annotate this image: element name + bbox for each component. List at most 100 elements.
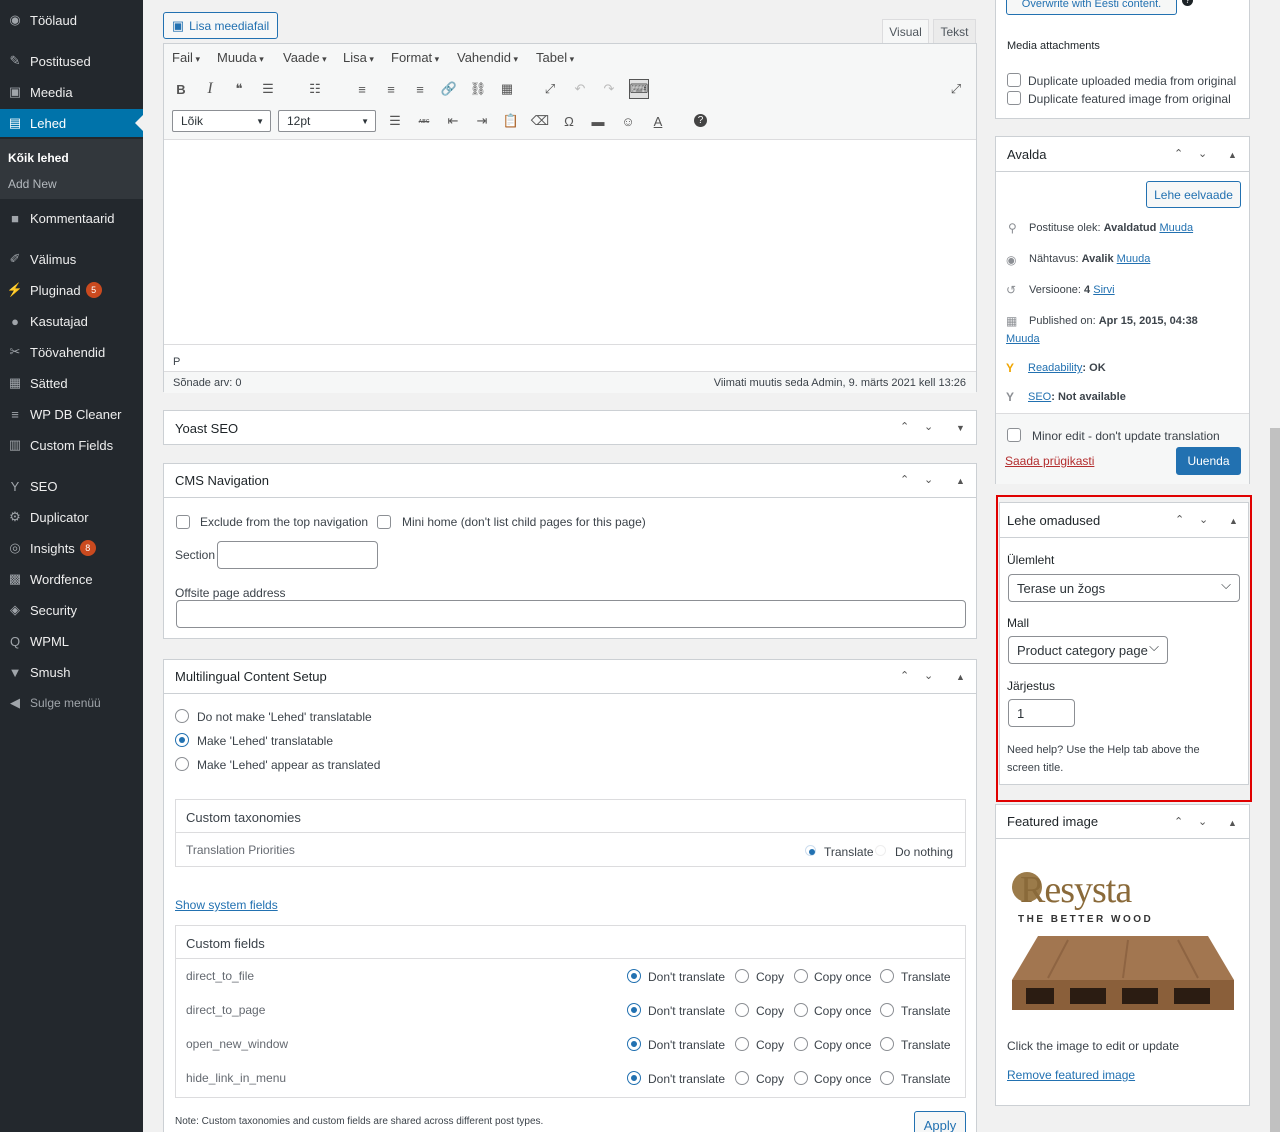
add-media-button[interactable]: ▣ Lisa meediafail (163, 12, 278, 39)
edit-date-link[interactable]: Muuda (1006, 333, 1040, 345)
field-option-radio[interactable] (627, 1037, 641, 1051)
blockquote-icon[interactable]: ❝ (229, 79, 249, 99)
sidebar-item-custom-fields[interactable]: ▥ Custom Fields (0, 431, 143, 459)
bullet-list-icon[interactable]: ☰ (258, 79, 278, 99)
sidebar-item-postitused[interactable]: ✎ Postitused (0, 47, 143, 75)
editor-menu-4[interactable]: Format (391, 50, 439, 65)
dup-featured-checkbox[interactable] (1007, 91, 1021, 105)
editor-menu-0[interactable]: Fail (172, 50, 200, 65)
insert-icon[interactable]: ▬ (588, 111, 608, 131)
move-down-icon[interactable]: ⌄ (1198, 147, 1207, 160)
readability-link[interactable]: Readability (1028, 362, 1082, 374)
editor-menu-6[interactable]: Tabel (536, 50, 574, 65)
bold-icon[interactable]: B (171, 79, 191, 99)
fullscreen-icon[interactable]: ⤢ (540, 79, 560, 99)
featured-title[interactable]: Featured image (996, 805, 1249, 839)
text-color-icon[interactable]: A (648, 111, 668, 131)
sidebar-item-meedia[interactable]: ▣ Meedia (0, 78, 143, 106)
update-button[interactable]: Uuenda (1176, 447, 1241, 475)
move-up-icon[interactable]: ⌃ (1175, 513, 1184, 526)
do-nothing-radio[interactable] (875, 845, 886, 856)
help-icon[interactable]: ? (1182, 0, 1193, 6)
field-option-radio[interactable] (880, 1071, 894, 1085)
outdent-icon[interactable]: ⇤ (443, 111, 463, 131)
toggle-icon[interactable]: ▲ (1228, 150, 1237, 160)
table-icon[interactable]: ▦ (497, 79, 517, 99)
section-input[interactable] (217, 541, 378, 569)
emoji-icon[interactable]: ☺ (618, 111, 638, 131)
sidebar-item-wp-db-cleaner[interactable]: ≡ WP DB Cleaner (0, 400, 143, 428)
sidebar-item-töövahendid[interactable]: ✂ Töövahendid (0, 338, 143, 366)
toggle-icon[interactable]: ▲ (1228, 818, 1237, 828)
move-up-icon[interactable]: ⌃ (900, 669, 909, 682)
undo-icon[interactable]: ↶ (570, 79, 590, 99)
attributes-title[interactable]: Lehe omadused (1000, 503, 1248, 538)
multilingual-title[interactable]: Multilingual Content Setup (164, 660, 976, 694)
offsite-input[interactable] (176, 600, 966, 628)
expand-icon[interactable]: ⤢ (946, 79, 966, 99)
field-option-radio[interactable] (880, 1003, 894, 1017)
move-up-icon[interactable]: ⌃ (900, 473, 909, 486)
sidebar-item-duplicator[interactable]: ⚙ Duplicator (0, 503, 143, 531)
unlink-icon[interactable]: ⛓ (468, 79, 488, 99)
preview-button[interactable]: Lehe eelvaade (1146, 181, 1241, 208)
edit-visibility-link[interactable]: Muuda (1117, 253, 1151, 265)
translate-radio[interactable] (805, 845, 816, 856)
eraser-icon[interactable]: ⌫ (530, 111, 550, 131)
exclude-nav-checkbox[interactable] (176, 515, 190, 529)
toggle-icon[interactable]: ▲ (1229, 516, 1238, 526)
sidebar-item-wordfence[interactable]: ▩ Wordfence (0, 565, 143, 593)
field-option-radio[interactable] (794, 969, 808, 983)
sidebar-item-sätted[interactable]: ▦ Sätted (0, 369, 143, 397)
move-up-icon[interactable]: ⌃ (1174, 147, 1183, 160)
editor-menu-1[interactable]: Muuda (217, 50, 264, 65)
numbered-list-icon[interactable]: ☷ (305, 79, 325, 99)
omega-icon[interactable]: Ω (559, 111, 579, 131)
field-option-radio[interactable] (735, 1037, 749, 1051)
submenu-add-new[interactable]: Add New (8, 177, 57, 191)
field-option-radio[interactable] (880, 969, 894, 983)
redo-icon[interactable]: ↷ (599, 79, 619, 99)
sidebar-item-security[interactable]: ◈ Security (0, 596, 143, 624)
submenu-all-pages[interactable]: Kõik lehed (8, 151, 69, 165)
mini-home-checkbox[interactable] (377, 515, 391, 529)
translation-mode-radio-0[interactable] (175, 709, 189, 723)
align-center-icon[interactable]: ≡ (381, 79, 401, 99)
move-up-icon[interactable]: ⌃ (1174, 815, 1183, 828)
font-size-select[interactable]: 12pt ▼ (278, 110, 376, 132)
sidebar-item-töölaud[interactable]: ◉ Töölaud (0, 6, 143, 34)
sidebar-item-kasutajad[interactable]: ● Kasutajad (0, 307, 143, 335)
paste-icon[interactable]: 📋 (501, 111, 521, 131)
strikethrough-icon[interactable]: ᴀʙᴄ (414, 111, 434, 131)
toggle-icon[interactable]: ▲ (956, 476, 965, 486)
scrollbar-track[interactable] (1270, 0, 1280, 1132)
keyboard-icon[interactable]: ⌨ (629, 79, 649, 99)
field-option-radio[interactable] (794, 1037, 808, 1051)
seo-link[interactable]: SEO (1028, 391, 1051, 403)
trash-link[interactable]: Saada prügikasti (1005, 454, 1094, 468)
yoast-title[interactable]: Yoast SEO (164, 411, 976, 445)
featured-image[interactable]: Resysta THE BETTER WOOD (1008, 860, 1240, 1010)
apply-button[interactable]: Apply (914, 1111, 966, 1132)
show-system-fields-link[interactable]: Show system fields (175, 898, 278, 912)
help-icon[interactable]: ? (694, 114, 707, 127)
sidebar-item-smush[interactable]: ▼ Smush (0, 658, 143, 686)
cms-nav-title[interactable]: CMS Navigation (164, 464, 976, 498)
translation-mode-radio-2[interactable] (175, 757, 189, 771)
move-down-icon[interactable]: ⌄ (924, 473, 933, 486)
field-option-radio[interactable] (794, 1071, 808, 1085)
align-right-icon[interactable]: ≡ (410, 79, 430, 99)
order-input[interactable]: 1 (1008, 699, 1075, 727)
sidebar-item-seo[interactable]: Y SEO (0, 472, 143, 500)
sidebar-item-pluginad[interactable]: ⚡ Pluginad 5 (0, 276, 143, 304)
editor-menu-3[interactable]: Lisa (343, 50, 374, 65)
field-option-radio[interactable] (627, 969, 641, 983)
horizontal-rule-icon[interactable]: ☰ (385, 111, 405, 131)
link-icon[interactable]: 🔗 (439, 79, 459, 99)
toggle-icon[interactable]: ▼ (956, 423, 965, 433)
remove-featured-link[interactable]: Remove featured image (1007, 1068, 1135, 1082)
field-option-radio[interactable] (627, 1003, 641, 1017)
sidebar-item-kommentaarid[interactable]: ■ Kommentaarid (0, 204, 143, 232)
minor-edit-checkbox[interactable] (1007, 428, 1021, 442)
field-option-radio[interactable] (735, 1071, 749, 1085)
